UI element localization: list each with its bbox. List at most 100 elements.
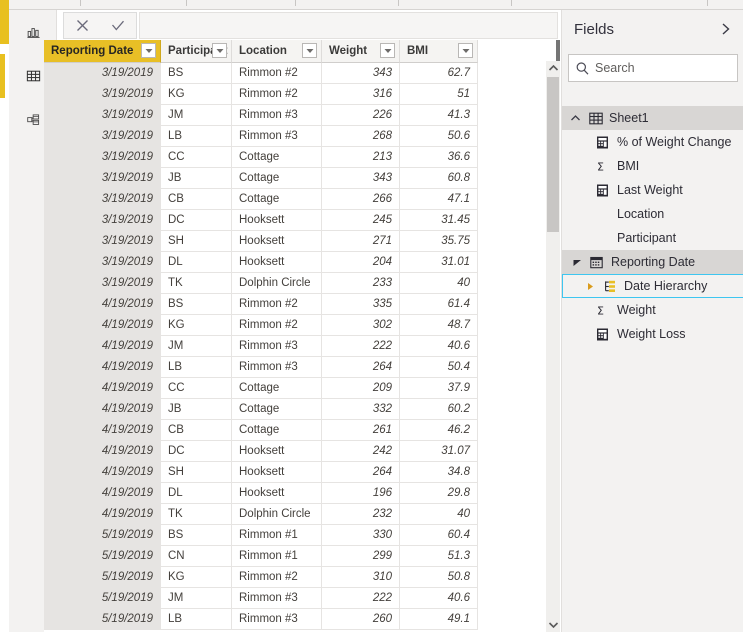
cell-bmi[interactable]: 62.7	[400, 63, 478, 84]
cell-weight[interactable]: 204	[322, 252, 400, 273]
cell-weight[interactable]: 266	[322, 189, 400, 210]
cell-location[interactable]: Rimmon #3	[232, 357, 322, 378]
field-item-reporting-date[interactable]: Reporting Date	[562, 250, 743, 274]
cell-location[interactable]: Cottage	[232, 399, 322, 420]
field-item-bmi[interactable]: Σ BMI	[562, 154, 743, 178]
field-item-weight-loss[interactable]: Weight Loss	[562, 322, 743, 346]
cell-weight[interactable]: 343	[322, 63, 400, 84]
table-row[interactable]: 3/19/2019 JM Rimmon #3 226 41.3	[44, 105, 560, 126]
cell-location[interactable]: Hooksett	[232, 252, 322, 273]
cell-weight[interactable]: 335	[322, 294, 400, 315]
table-row[interactable]: 3/19/2019 DC Hooksett 245 31.45	[44, 210, 560, 231]
cell-weight[interactable]: 222	[322, 336, 400, 357]
cell-bmi[interactable]: 47.1	[400, 189, 478, 210]
cell-location[interactable]: Cottage	[232, 189, 322, 210]
cell-location[interactable]: Dolphin Circle	[232, 273, 322, 294]
table-row[interactable]: 5/19/2019 LB Rimmon #3 260 49.1	[44, 609, 560, 630]
field-item-last-weight[interactable]: Last Weight	[562, 178, 743, 202]
cell-weight[interactable]: 264	[322, 462, 400, 483]
cell-participant[interactable]: JM	[161, 588, 232, 609]
cell-weight[interactable]: 213	[322, 147, 400, 168]
table-row[interactable]: 4/19/2019 CB Cottage 261 46.2	[44, 420, 560, 441]
cell-participant[interactable]: LB	[161, 357, 232, 378]
cell-reporting-date[interactable]: 4/19/2019	[44, 399, 161, 420]
cell-reporting-date[interactable]: 3/19/2019	[44, 273, 161, 294]
column-filter-button[interactable]	[212, 43, 227, 58]
scrollbar-thumb[interactable]	[547, 77, 559, 232]
cell-reporting-date[interactable]: 3/19/2019	[44, 126, 161, 147]
cell-reporting-date[interactable]: 3/19/2019	[44, 63, 161, 84]
table-row[interactable]: 3/19/2019 SH Hooksett 271 35.75	[44, 231, 560, 252]
column-header-location[interactable]: Location	[232, 40, 322, 63]
cell-weight[interactable]: 242	[322, 441, 400, 462]
cell-participant[interactable]: JM	[161, 105, 232, 126]
cell-participant[interactable]: CB	[161, 420, 232, 441]
cell-reporting-date[interactable]: 3/19/2019	[44, 147, 161, 168]
field-item-date-hierarchy[interactable]: Date Hierarchy	[562, 274, 743, 298]
cell-participant[interactable]: CC	[161, 378, 232, 399]
triangle-right-icon[interactable]	[583, 279, 598, 294]
cell-weight[interactable]: 196	[322, 483, 400, 504]
table-row[interactable]: 3/19/2019 BS Rimmon #2 343 62.7	[44, 63, 560, 84]
triangle-down-icon[interactable]	[570, 255, 585, 270]
cell-reporting-date[interactable]: 4/19/2019	[44, 483, 161, 504]
cell-bmi[interactable]: 40	[400, 273, 478, 294]
table-row[interactable]: 4/19/2019 JB Cottage 332 60.2	[44, 399, 560, 420]
table-row[interactable]: 3/19/2019 CB Cottage 266 47.1	[44, 189, 560, 210]
cell-reporting-date[interactable]: 3/19/2019	[44, 231, 161, 252]
cell-reporting-date[interactable]: 3/19/2019	[44, 168, 161, 189]
cell-bmi[interactable]: 61.4	[400, 294, 478, 315]
formula-input[interactable]	[139, 12, 558, 39]
cell-participant[interactable]: DL	[161, 483, 232, 504]
cell-weight[interactable]: 226	[322, 105, 400, 126]
cell-bmi[interactable]: 31.07	[400, 441, 478, 462]
cell-weight[interactable]: 299	[322, 546, 400, 567]
cell-bmi[interactable]: 37.9	[400, 378, 478, 399]
cell-participant[interactable]: KG	[161, 84, 232, 105]
cell-location[interactable]: Rimmon #2	[232, 567, 322, 588]
cell-location[interactable]: Rimmon #3	[232, 588, 322, 609]
cell-bmi[interactable]: 35.75	[400, 231, 478, 252]
table-row[interactable]: 5/19/2019 BS Rimmon #1 330 60.4	[44, 525, 560, 546]
cell-participant[interactable]: BS	[161, 294, 232, 315]
cell-weight[interactable]: 222	[322, 588, 400, 609]
cell-location[interactable]: Hooksett	[232, 462, 322, 483]
grid-vertical-scrollbar[interactable]	[546, 61, 560, 632]
cell-reporting-date[interactable]: 3/19/2019	[44, 210, 161, 231]
scroll-up-button[interactable]	[546, 61, 560, 75]
accept-edit-button[interactable]	[103, 13, 133, 38]
search-box[interactable]: Search	[568, 54, 738, 82]
cell-participant[interactable]: BS	[161, 63, 232, 84]
cell-weight[interactable]: 271	[322, 231, 400, 252]
cell-reporting-date[interactable]: 4/19/2019	[44, 357, 161, 378]
cell-reporting-date[interactable]: 5/19/2019	[44, 609, 161, 630]
cell-reporting-date[interactable]: 5/19/2019	[44, 546, 161, 567]
search-input[interactable]: Search	[595, 61, 635, 75]
field-item-location[interactable]: Location	[562, 202, 743, 226]
cell-reporting-date[interactable]: 4/19/2019	[44, 336, 161, 357]
cell-weight[interactable]: 302	[322, 315, 400, 336]
cell-reporting-date[interactable]: 4/19/2019	[44, 462, 161, 483]
cell-bmi[interactable]: 31.01	[400, 252, 478, 273]
cell-weight[interactable]: 310	[322, 567, 400, 588]
cell-participant[interactable]: JB	[161, 399, 232, 420]
cell-bmi[interactable]: 60.2	[400, 399, 478, 420]
cell-bmi[interactable]: 41.3	[400, 105, 478, 126]
cell-participant[interactable]: CC	[161, 147, 232, 168]
cell-location[interactable]: Cottage	[232, 378, 322, 399]
table-row[interactable]: 3/19/2019 CC Cottage 213 36.6	[44, 147, 560, 168]
cell-reporting-date[interactable]: 5/19/2019	[44, 588, 161, 609]
column-header-bmi[interactable]: BMI	[400, 40, 478, 63]
cell-weight[interactable]: 264	[322, 357, 400, 378]
cell-participant[interactable]: LB	[161, 126, 232, 147]
cell-participant[interactable]: TK	[161, 273, 232, 294]
table-row[interactable]: 3/19/2019 LB Rimmon #3 268 50.6	[44, 126, 560, 147]
cell-weight[interactable]: 209	[322, 378, 400, 399]
cell-participant[interactable]: KG	[161, 567, 232, 588]
cell-location[interactable]: Cottage	[232, 147, 322, 168]
cell-reporting-date[interactable]: 3/19/2019	[44, 105, 161, 126]
cell-bmi[interactable]: 31.45	[400, 210, 478, 231]
cell-reporting-date[interactable]: 4/19/2019	[44, 378, 161, 399]
table-row[interactable]: 3/19/2019 TK Dolphin Circle 233 40	[44, 273, 560, 294]
cell-location[interactable]: Dolphin Circle	[232, 504, 322, 525]
